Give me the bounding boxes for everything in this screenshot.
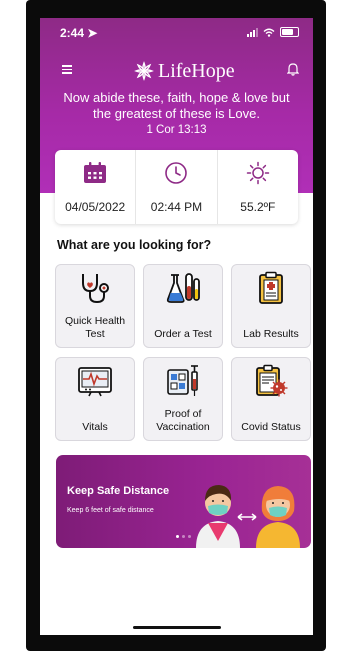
social-distance-illustration: [196, 485, 300, 548]
verse-reference: 1 Cor 13:13: [146, 124, 207, 136]
heart-monitor-icon: [78, 367, 112, 397]
app-name: LifeHope: [158, 59, 235, 82]
signal-icon: [247, 27, 258, 37]
date-value: 04/05/2022: [65, 200, 126, 214]
weather-cell: 55.2ºF: [216, 150, 298, 224]
menu-icon[interactable]: [62, 65, 72, 74]
tile-label: Vitals: [82, 421, 108, 433]
verse-line-2: the greatest of these is Love.: [93, 106, 260, 121]
verse-line-1: Now abide these, faith, hope & love but: [63, 90, 290, 105]
tile-quick-health-test[interactable]: Quick Health Test: [55, 264, 135, 348]
tile-vitals[interactable]: Vitals: [55, 357, 135, 441]
tile-label: Covid Status: [241, 421, 301, 433]
top-bar: LifeHope: [40, 58, 313, 84]
virus-report-icon: [256, 364, 288, 397]
app-logo: LifeHope: [134, 58, 235, 84]
section-title: What are you looking for?: [57, 238, 212, 252]
vaccine-record-icon: [167, 365, 198, 396]
home-indicator[interactable]: [133, 626, 221, 629]
tile-order-a-test[interactable]: Order a Test: [143, 264, 223, 348]
tile-lab-results[interactable]: Lab Results: [231, 264, 311, 348]
date-cell: 04/05/2022: [55, 150, 135, 224]
status-icons: [247, 27, 299, 37]
status-bar: 2:44 ➤: [60, 26, 299, 40]
tile-label: Lab Results: [243, 328, 299, 340]
promo-banner[interactable]: Keep Safe Distance Keep 6 feet of safe d…: [56, 455, 311, 548]
battery-icon: [280, 27, 299, 37]
tile-label: Order a Test: [154, 328, 212, 340]
info-card: 04/05/2022 02:44 PM 55.2ºF: [55, 150, 298, 224]
carousel-dot[interactable]: [176, 535, 179, 538]
time-value: 02:44 PM: [150, 200, 203, 214]
time-cell: 02:44 PM: [135, 150, 216, 224]
location-arrow-icon: ➤: [87, 26, 98, 40]
app-screen: 2:44 ➤ LifeHope Now abide these, faith, …: [40, 18, 313, 635]
tile-label: Quick Health Test: [64, 315, 126, 340]
clock-icon: [165, 162, 188, 184]
bell-icon[interactable]: [287, 62, 299, 76]
tile-covid-status[interactable]: Covid Status: [231, 357, 311, 441]
carousel-dot[interactable]: [182, 535, 185, 538]
bible-verse: Now abide these, faith, hope & love but …: [50, 90, 303, 138]
status-time: 2:44 ➤: [60, 26, 98, 40]
wifi-icon: [263, 28, 275, 37]
clipboard-icon: [259, 271, 283, 304]
tile-label: Proof of Vaccination: [156, 408, 210, 433]
banner-subtitle: Keep 6 feet of safe distance: [67, 507, 154, 514]
lotus-logo-icon: [134, 61, 154, 81]
stethoscope-icon: [82, 274, 109, 304]
temperature-value: 55.2ºF: [240, 200, 276, 214]
calendar-icon: [84, 162, 107, 183]
tile-proof-of-vaccination[interactable]: Proof of Vaccination: [143, 357, 223, 441]
lab-flasks-icon: [166, 273, 200, 303]
sun-icon: [246, 161, 270, 185]
banner-title: Keep Safe Distance: [67, 485, 170, 497]
